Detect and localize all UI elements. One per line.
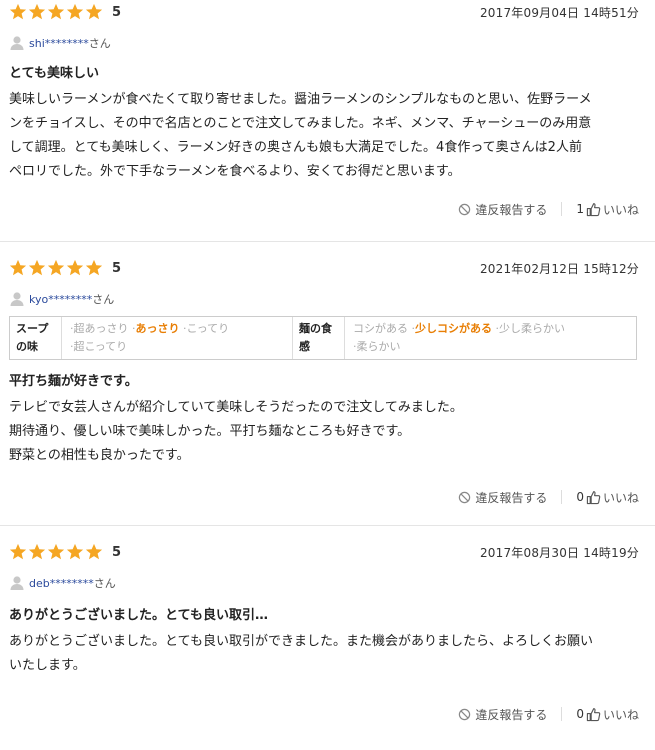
- star-icon: [47, 3, 65, 21]
- noodle-texture-label: 麺の食感: [293, 317, 345, 359]
- report-button[interactable]: 違反報告する: [458, 706, 547, 723]
- review-body-line: 期待通り、優しい味で美味しかった。平打ち麺なところも好きです。: [9, 424, 411, 439]
- reviewer-suffix: さん: [88, 37, 111, 50]
- review-date: 2017年09月04日 14時51分: [479, 5, 639, 20]
- review-header: 5 2017年08月30日 14時19分: [9, 526, 639, 564]
- review-body-line: ありがとうございました。とても良い取引ができました。また機会がありましたら、よろ…: [9, 634, 593, 649]
- noodle-option: コシがある: [353, 322, 408, 335]
- review-item: 5 2017年08月30日 14時19分 deb******** さん ありがと…: [0, 526, 655, 735]
- thumbs-up-icon: [586, 202, 601, 216]
- star-icon: [85, 259, 103, 277]
- review-body-line: 野菜との相性も良かったです。: [9, 448, 190, 463]
- rating-value: 5: [112, 544, 122, 560]
- user-avatar-icon: [9, 575, 25, 591]
- thumbs-up-icon: [586, 707, 601, 721]
- soup-option: 超こってり: [73, 340, 128, 353]
- star-rating: [9, 259, 103, 277]
- reviewer: kyo******** さん: [9, 288, 639, 310]
- star-icon: [9, 259, 27, 277]
- star-rating: [9, 543, 103, 561]
- review-date: 2021年02月12日 15時12分: [479, 261, 639, 276]
- star-icon: [47, 543, 65, 561]
- like-label: いいね: [602, 490, 639, 505]
- like-button[interactable]: 0 いいね: [576, 489, 639, 506]
- review-header: 5 2021年02月12日 15時12分: [9, 242, 639, 280]
- star-icon: [9, 543, 27, 561]
- star-icon: [85, 3, 103, 21]
- review-body: ありがとうございました。とても良い取引ができました。また機会がありましたら、よろ…: [9, 630, 639, 678]
- review-body-line: して調理。とても美味しく、ラーメン好きの奥さんも娘も大満足でした。4食作って奥さ…: [9, 140, 582, 155]
- star-icon: [85, 543, 103, 561]
- review-body-line: 美味しいラーメンが食べたくて取り寄せました。醤油ラーメンのシンプルなものと思い、…: [9, 92, 592, 107]
- noodle-option: 少し柔らかい: [499, 322, 565, 335]
- like-count: 0: [576, 707, 584, 721]
- review-body: テレビで女芸人さんが紹介していて美味しそうだったので注文してみました。 期待通り…: [9, 396, 639, 468]
- soup-taste-label: スープの味: [10, 317, 62, 359]
- star-icon: [28, 3, 46, 21]
- user-avatar-icon: [9, 35, 25, 51]
- reviewer-suffix: さん: [92, 293, 115, 306]
- star-icon: [66, 543, 84, 561]
- review-title: ありがとうございました。とても良い取引…: [9, 608, 268, 623]
- star-rating: [9, 3, 103, 21]
- review-actions: 違反報告する 0 いいね: [9, 678, 639, 750]
- divider: [561, 490, 563, 504]
- like-count: 1: [576, 202, 584, 216]
- review-body-line: ペロリでした。外で下手なラーメンを食べるより、安くてお得だと思います。: [9, 164, 461, 179]
- taste-attributes-table: スープの味 ·超あっさり ·あっさり ·こってり ·超こってり 麺の食感 コシが…: [9, 316, 637, 360]
- review-body-line: テレビで女芸人さんが紹介していて美味しそうだったので注文してみました。: [9, 400, 463, 415]
- rating-value: 5: [112, 4, 122, 20]
- star-icon: [47, 259, 65, 277]
- soup-option: こってり: [186, 322, 230, 335]
- noodle-option: 柔らかい: [356, 340, 401, 353]
- divider: [561, 707, 563, 721]
- noodle-option-selected: 少しコシがある: [415, 322, 492, 335]
- reviewer: deb******** さん: [9, 572, 639, 594]
- review-title: 平打ち麺が好きです。: [9, 374, 138, 389]
- review-title: とても美味しい: [9, 66, 99, 81]
- reviewer-name-link[interactable]: deb********: [29, 577, 94, 590]
- star-icon: [28, 543, 46, 561]
- star-icon: [66, 259, 84, 277]
- report-label: 違反報告する: [475, 490, 548, 505]
- noodle-texture-values: コシがある ·少しコシがある ·少し柔らかい ·柔らかい: [353, 322, 565, 353]
- soup-taste-values: ·超あっさり ·あっさり ·こってり ·超こってり: [62, 317, 293, 359]
- soup-option-selected: あっさり: [135, 322, 180, 335]
- review-item: 5 2021年02月12日 15時12分 kyo******** さん スープの…: [0, 242, 655, 526]
- thumbs-up-icon: [586, 490, 601, 504]
- divider: [561, 202, 563, 216]
- like-count: 0: [576, 490, 584, 504]
- review-body-line: ンをチョイスし、その中で名店とのことで注文してみました。ネギ、メンマ、チャーシュ…: [9, 116, 592, 131]
- star-icon: [28, 259, 46, 277]
- report-label: 違反報告する: [475, 707, 548, 722]
- review-header: 5 2017年09月04日 14時51分: [9, 0, 639, 24]
- reviewer-name-link[interactable]: kyo********: [29, 293, 92, 306]
- review-body-line: いたします。: [9, 658, 86, 673]
- review-item: 5 2017年09月04日 14時51分 shi******** さん とても美…: [0, 0, 655, 242]
- star-icon: [66, 3, 84, 21]
- star-icon: [9, 3, 27, 21]
- like-label: いいね: [602, 202, 639, 217]
- user-avatar-icon: [9, 291, 25, 307]
- prohibited-icon: [459, 708, 471, 720]
- report-label: 違反報告する: [475, 202, 548, 217]
- soup-option: 超あっさり: [73, 322, 129, 335]
- prohibited-icon: [459, 203, 471, 215]
- review-actions: 違反報告する 0 いいね: [9, 468, 639, 526]
- review-body: 美味しいラーメンが食べたくて取り寄せました。醤油ラーメンのシンプルなものと思い、…: [9, 88, 639, 184]
- review-actions: 違反報告する 1 いいね: [9, 184, 639, 234]
- review-date: 2017年08月30日 14時19分: [479, 545, 639, 560]
- reviewer-name-link[interactable]: shi********: [29, 37, 89, 50]
- reviewer: shi******** さん: [9, 32, 639, 54]
- like-label: いいね: [602, 707, 639, 722]
- report-button[interactable]: 違反報告する: [458, 489, 547, 506]
- like-button[interactable]: 1 いいね: [576, 201, 639, 218]
- rating-value: 5: [112, 260, 122, 276]
- reviewer-suffix: さん: [93, 577, 116, 590]
- prohibited-icon: [459, 491, 471, 503]
- like-button[interactable]: 0 いいね: [576, 706, 639, 723]
- report-button[interactable]: 違反報告する: [458, 201, 547, 218]
